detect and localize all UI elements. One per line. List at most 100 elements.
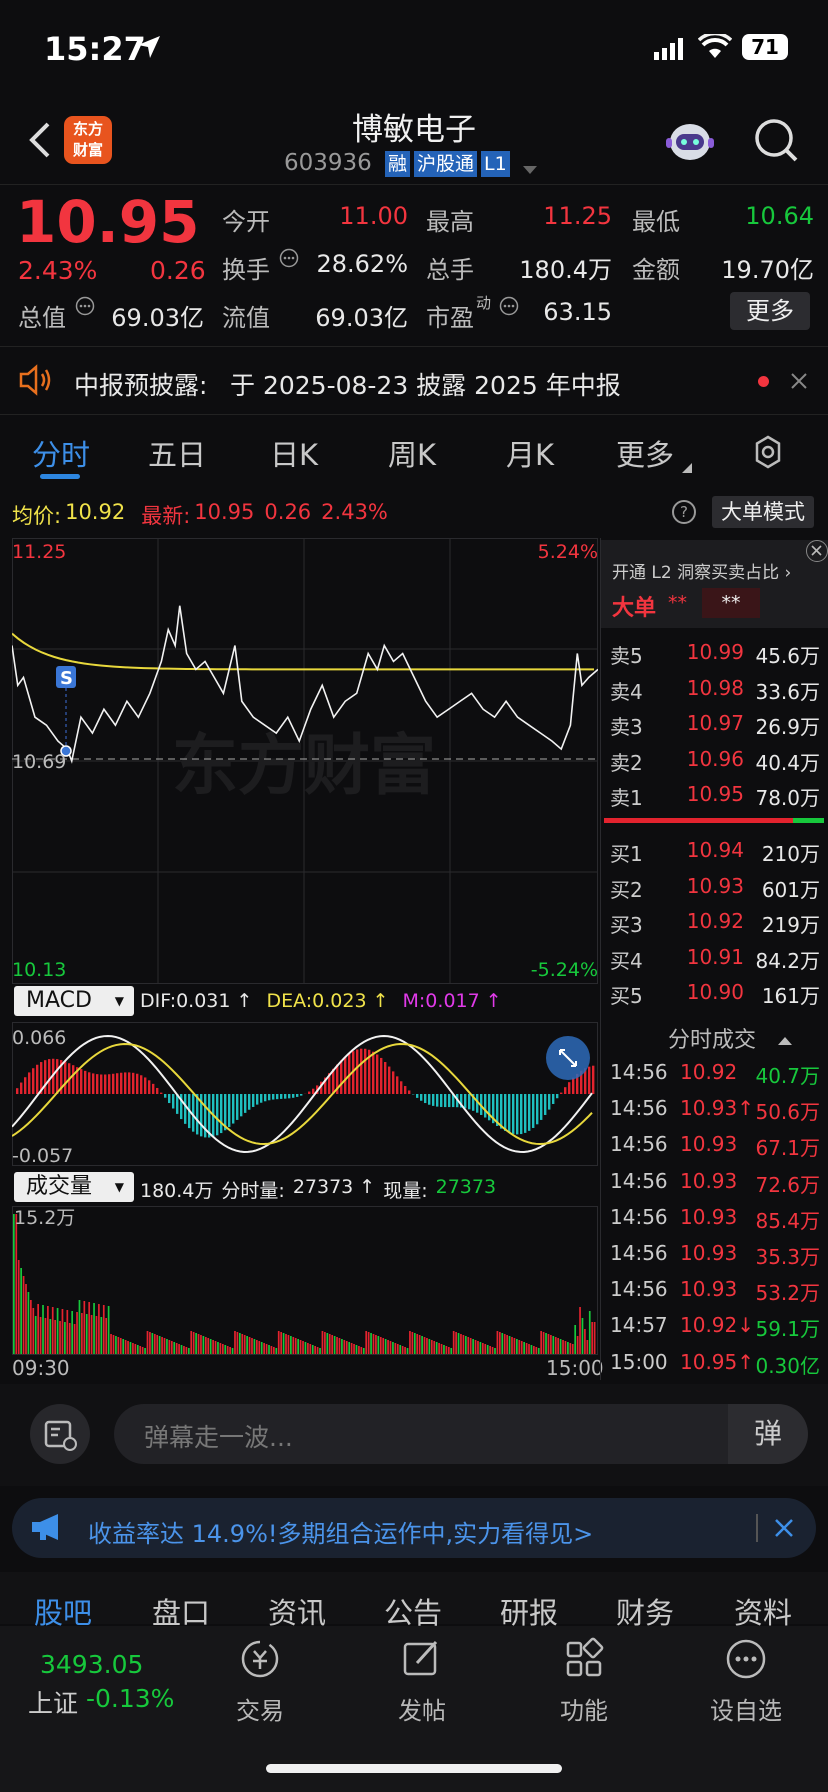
- danmu-send-button[interactable]: 弹: [728, 1404, 808, 1464]
- tab-intraday[interactable]: 分时: [32, 432, 90, 474]
- volume-bar: [411, 1332, 414, 1354]
- macd-bottom-label: -0.057: [12, 1145, 73, 1166]
- volume-bar: [132, 1343, 134, 1354]
- help-icon[interactable]: ?: [672, 500, 696, 524]
- close-icon[interactable]: [790, 372, 808, 394]
- tab-more[interactable]: 更多: [616, 432, 674, 474]
- tab-monthly-k[interactable]: 月K: [506, 432, 554, 474]
- volume-bar: [98, 1304, 100, 1354]
- macd-bar: [500, 1094, 503, 1129]
- robot-icon[interactable]: [664, 116, 716, 168]
- info-icon[interactable]: [279, 248, 299, 272]
- macd-bar: [524, 1094, 527, 1133]
- volume-bar: [481, 1343, 484, 1354]
- macd-bar: [88, 1072, 91, 1094]
- volume-bar: [93, 1303, 95, 1354]
- tab-five-day[interactable]: 五日: [148, 432, 206, 474]
- avg-label: 均价:: [12, 504, 62, 528]
- macd-bar: [568, 1082, 571, 1094]
- macd-bar: [400, 1081, 403, 1094]
- nav-post[interactable]: 发帖: [362, 1637, 482, 1726]
- nav-functions[interactable]: 功能: [524, 1637, 644, 1726]
- info-icon[interactable]: [75, 296, 95, 320]
- ticks-title[interactable]: 分时成交: [668, 1022, 756, 1054]
- index-name[interactable]: 上证: [28, 1684, 78, 1720]
- macd-bar: [288, 1094, 291, 1099]
- megaphone-icon: [30, 1512, 66, 1546]
- volume-bar: [238, 1333, 241, 1354]
- latest-label: 最新:: [141, 504, 191, 528]
- volume-bar: [358, 1346, 360, 1354]
- sort-icon[interactable]: [778, 1030, 792, 1049]
- macd-bar: [508, 1094, 511, 1133]
- big-order-mode-button[interactable]: 大单模式: [712, 496, 814, 528]
- promo-text[interactable]: 收益率达 14.9%!多期组合运作中,实力看得见>: [88, 1514, 593, 1549]
- volume-bar: [224, 1345, 227, 1354]
- volume-bar: [209, 1339, 212, 1354]
- macd-bar: [364, 1048, 367, 1094]
- volume-bar: [15, 1214, 18, 1354]
- index-pct[interactable]: -0.13%: [86, 1684, 174, 1713]
- macd-bar: [572, 1077, 575, 1094]
- volume-bar: [139, 1346, 142, 1354]
- volume-bar: [503, 1334, 506, 1354]
- gear-icon[interactable]: [750, 434, 786, 474]
- location-icon: [136, 34, 162, 64]
- bid-volume: 219万: [761, 913, 820, 937]
- volume-chart[interactable]: 15.2万: [12, 1206, 598, 1356]
- volume-bar: [319, 1348, 321, 1354]
- close-icon[interactable]: [774, 1518, 794, 1542]
- macd-selector[interactable]: MACD ▼: [14, 986, 134, 1016]
- macd-bar: [136, 1073, 139, 1094]
- volume-bar: [314, 1346, 317, 1354]
- volume-bar: [324, 1332, 326, 1354]
- macd-bar: [260, 1094, 263, 1103]
- close-icon[interactable]: [806, 540, 828, 562]
- more-button[interactable]: 更多: [730, 292, 810, 330]
- volume-bar: [51, 1307, 54, 1354]
- tab-daily-k[interactable]: 日K: [270, 432, 318, 474]
- volume-bar: [474, 1340, 477, 1354]
- macd-bar: [64, 1061, 67, 1094]
- index-value[interactable]: 3493.05: [40, 1650, 143, 1679]
- volume-bar: [472, 1339, 474, 1354]
- macd-bar: [396, 1076, 399, 1094]
- search-icon[interactable]: [752, 116, 800, 168]
- volume-bar: [559, 1339, 562, 1354]
- volume-bar: [438, 1343, 440, 1354]
- volume-bar: [316, 1347, 319, 1354]
- volume-bar: [564, 1341, 567, 1354]
- nav-watchlist[interactable]: 设自选: [686, 1637, 806, 1726]
- macd-chart[interactable]: 0.066 -0.057: [12, 1022, 598, 1166]
- dropdown-icon[interactable]: [522, 160, 538, 179]
- macd-bar: [124, 1072, 127, 1094]
- volume-bar: [178, 1344, 180, 1354]
- macd-bar: [312, 1088, 315, 1094]
- volume-bar: [42, 1305, 44, 1354]
- trade-icon: [241, 1640, 279, 1678]
- volume-bar: [265, 1344, 268, 1354]
- value-pe: 63.15: [543, 298, 612, 326]
- nav-trade[interactable]: 交易: [200, 1637, 320, 1726]
- volume-bar: [200, 1335, 202, 1354]
- tab-weekly-k[interactable]: 周K: [388, 432, 436, 474]
- ask-price: 10.98: [686, 675, 744, 700]
- volume-selector[interactable]: 成交量 ▼: [14, 1172, 134, 1202]
- tab-indicator: [40, 474, 80, 479]
- value-volume: 180.4万: [519, 256, 612, 284]
- intraday-price-chart[interactable]: 东方财富 S 11.25 5.24% 10.69 10.13 -5.24%: [12, 538, 598, 984]
- macd-bar: [292, 1094, 295, 1098]
- volume-bar: [479, 1342, 482, 1354]
- macd-bar: [420, 1094, 423, 1101]
- macd-bar: [84, 1070, 87, 1094]
- fen-value: 27373 ↑: [292, 1176, 376, 1198]
- l2-banner-text[interactable]: 开通 L2 洞察买卖占比 ›: [612, 558, 791, 583]
- macd-bar: [156, 1087, 159, 1094]
- volume-bar: [326, 1333, 329, 1354]
- danmu-settings-icon[interactable]: [30, 1404, 90, 1464]
- volume-bar: [569, 1343, 572, 1354]
- volume-bar: [452, 1331, 455, 1354]
- notice-text[interactable]: 于 2025-08-23 披露 2025 年中报: [230, 366, 621, 402]
- macd-bar: [240, 1094, 243, 1117]
- pct-max-label: 5.24%: [538, 541, 598, 563]
